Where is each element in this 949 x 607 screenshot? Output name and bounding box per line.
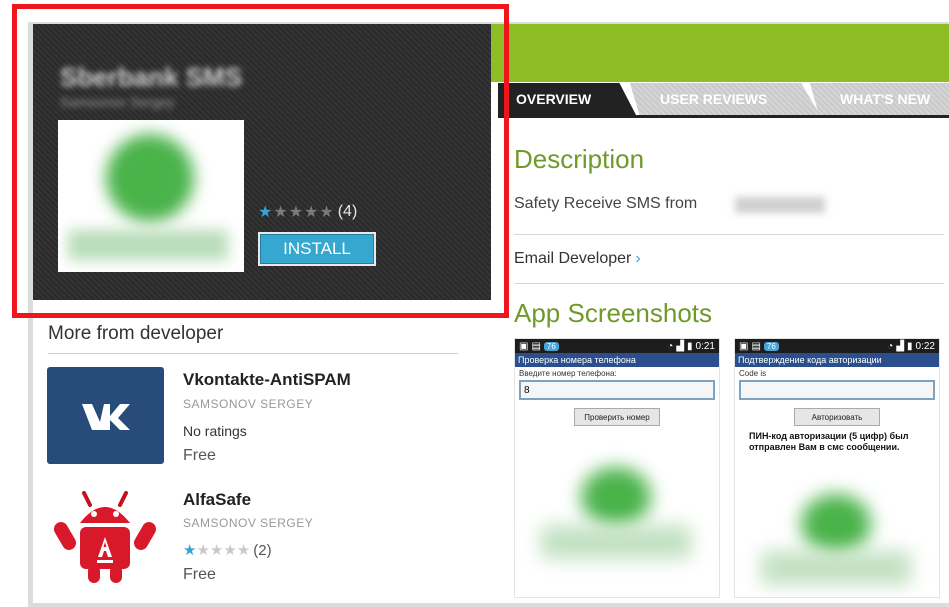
signal-icon: ▟ xyxy=(896,340,905,352)
tab-user-reviews[interactable]: USER REVIEWS xyxy=(630,83,820,115)
phone-header: Проверка номера телефона xyxy=(515,353,719,367)
item-name[interactable]: Vkontakte-AntiSPAM xyxy=(183,370,351,390)
item-developer[interactable]: SAMSONOV SERGEY xyxy=(183,397,313,411)
phone-label: Code is xyxy=(739,369,767,378)
android-robot-icon[interactable] xyxy=(50,487,160,587)
clock: 0:22 xyxy=(915,340,935,352)
notification-icon: ▣ xyxy=(519,340,529,352)
badge: 76 xyxy=(543,341,559,351)
tab-overview[interactable]: OVERVIEW xyxy=(498,83,636,115)
star-icon: ★ xyxy=(223,542,237,559)
notification-icon: ▤ xyxy=(531,340,541,352)
phone-note: ПИН-код авторизации (5 цифр) был отправл… xyxy=(749,431,909,452)
email-developer-link[interactable]: Email Developer › xyxy=(514,250,641,268)
phone-input xyxy=(739,380,935,400)
clock: 0:21 xyxy=(695,340,715,352)
star-icon: ★ xyxy=(183,542,197,559)
email-developer-label: Email Developer xyxy=(514,250,632,267)
redacted-text xyxy=(735,197,825,213)
notification-icon: ▤ xyxy=(751,340,761,352)
status-bar: ▣ ▤ 76 ◔ ▟ ▮ 0:22 xyxy=(735,339,939,353)
vk-logo-icon[interactable] xyxy=(47,367,164,464)
battery-icon: ▮ xyxy=(687,340,693,352)
blurred-logo xyxy=(801,494,871,554)
description-text: Safety Receive SMS from xyxy=(514,195,698,212)
phone-header: Подтверждение кода авторизации xyxy=(735,353,939,367)
tab-whats-new[interactable]: WHAT'S NEW xyxy=(810,83,949,115)
phone-button: Авторизовать xyxy=(794,408,880,426)
phone-button: Проверить номер xyxy=(574,408,660,426)
item-rating-text: No ratings xyxy=(183,423,247,439)
divider xyxy=(48,353,458,354)
divider xyxy=(514,234,944,235)
star-icon: ★ xyxy=(209,542,224,559)
item-rating: ★ ★ ★ ★ ★ (2) xyxy=(183,541,272,560)
status-bar: ▣ ▤ 76 ◔ ▟ ▮ 0:21 xyxy=(515,339,719,353)
notification-icon: ▣ xyxy=(739,340,749,352)
blurred-wordmark xyxy=(761,551,911,585)
more-from-developer-title: More from developer xyxy=(48,323,224,344)
tab-bar: OVERVIEW USER REVIEWS WHAT'S NEW xyxy=(498,83,949,115)
highlight-box xyxy=(12,4,509,318)
app-screenshots-title: App Screenshots xyxy=(514,298,713,328)
battery-icon: ▮ xyxy=(907,340,913,352)
item-name[interactable]: AlfaSafe xyxy=(183,490,251,510)
blurred-wordmark xyxy=(541,525,691,559)
item-developer[interactable]: SAMSONOV SERGEY xyxy=(183,516,313,530)
vk-glyph-icon xyxy=(81,403,130,430)
wifi-icon: ◔ xyxy=(887,340,894,352)
android-robot-svg-icon xyxy=(54,491,156,583)
signal-icon: ▟ xyxy=(676,340,685,352)
wifi-icon: ◔ xyxy=(667,340,674,352)
phone-input: 8 xyxy=(519,380,715,400)
description-title: Description xyxy=(514,144,645,174)
star-icon: ★ xyxy=(236,542,251,559)
badge: 76 xyxy=(763,341,779,351)
item-price: Free xyxy=(183,566,216,583)
divider xyxy=(514,283,944,284)
blurred-logo xyxy=(581,467,651,527)
item-price: Free xyxy=(183,447,216,464)
chevron-right-icon: › xyxy=(635,250,641,267)
tab-underline xyxy=(498,115,949,118)
rating-count: (2) xyxy=(253,541,272,559)
screenshot-2[interactable]: ▣ ▤ 76 ◔ ▟ ▮ 0:22 Подтверждение кода авториза… xyxy=(734,338,940,598)
screenshot-1[interactable]: ▣ ▤ 76 ◔ ▟ ▮ 0:21 Проверка номера телефона Вв… xyxy=(514,338,720,598)
star-icon: ★ xyxy=(196,542,210,559)
phone-label: Введите номер телефона: xyxy=(519,369,617,378)
header-band xyxy=(491,24,949,82)
